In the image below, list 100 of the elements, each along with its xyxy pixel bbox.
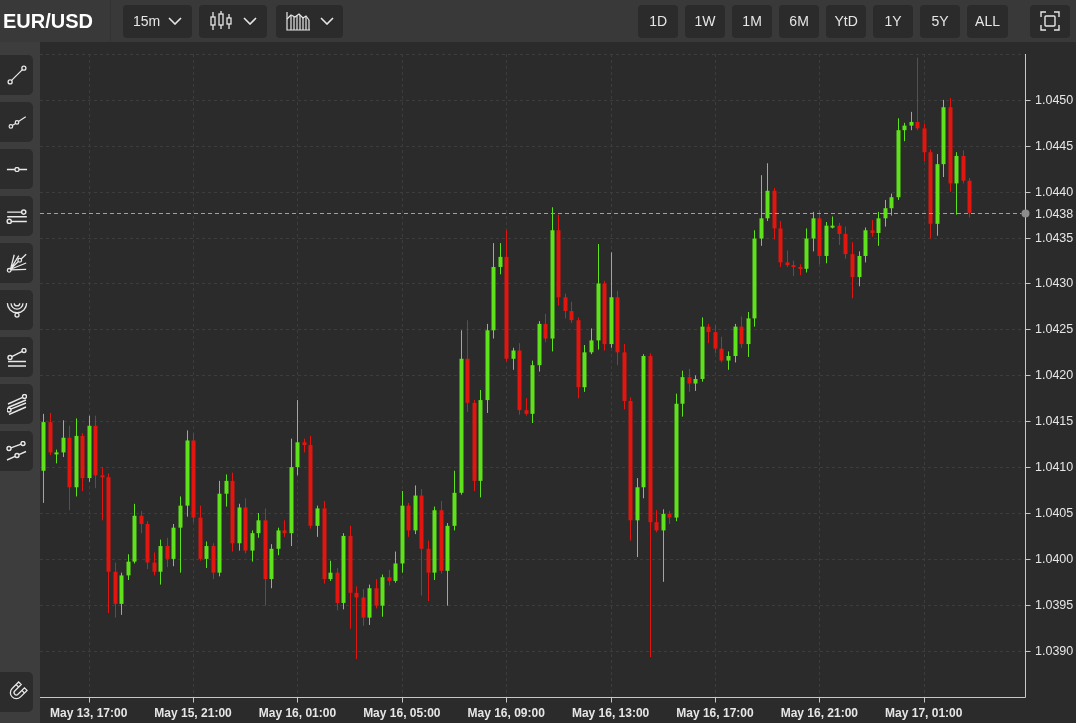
candlestick [61,419,66,458]
candlestick [837,222,842,246]
price-label: 1.0415 [1035,414,1074,429]
symbol-title: EUR/USD [3,11,93,31]
time-label: May 16, 17:00 [676,705,754,720]
candlestick [165,537,170,568]
candlestick [328,560,333,582]
area-chart-icon [285,11,310,31]
candlestick [759,174,764,247]
candlestick [315,505,320,538]
dotted-ray-icon [5,115,28,129]
candlestick [713,324,718,354]
price-label: 1.0450 [1035,92,1074,107]
parallel-channel-icon [5,208,28,224]
chevron-down-icon [168,17,183,25]
candlestick [687,368,692,393]
candlestick [543,313,548,343]
price-label: 1.0420 [1035,368,1074,383]
range-button[interactable]: YtD [826,4,867,38]
price-label: 1.0445 [1035,138,1074,153]
candlestick [256,512,261,539]
fullscreen-button[interactable] [1030,4,1070,38]
concentric-arcs-icon [5,301,28,319]
retracement-tool-button[interactable] [0,337,33,377]
candlestick [126,553,131,581]
range-button[interactable]: 1M [732,4,773,38]
candlestick [152,551,157,576]
candlestick-icon [209,11,233,31]
fullscreen-icon [1040,11,1060,31]
candlestick [100,466,105,521]
chevron-down-icon [319,17,334,25]
candlestick [589,327,594,355]
last-price-label: 1.0438 [1035,206,1074,221]
candlestick [393,551,398,584]
candlestick [276,527,281,556]
candlestick [569,301,574,324]
candlestick [511,347,516,371]
time-label: May 16, 13:00 [571,705,650,720]
price-label: 1.0435 [1035,230,1074,245]
range-button[interactable]: 5Y [920,4,961,38]
candlestick [922,123,927,162]
level-lines-icon [6,347,27,367]
candlestick [811,211,816,252]
candlestick [726,350,731,371]
line-tool-button[interactable] [0,55,33,95]
candlestick [883,199,888,228]
time-label: May 13, 17:00 [49,705,128,720]
candlestick [563,293,568,319]
candlestick [909,111,914,131]
chart-style-dropdown[interactable] [276,4,343,38]
ray-tool-button[interactable] [0,102,33,142]
linked-segments-icon [6,441,27,461]
time-label: May 16, 01:00 [258,705,337,720]
chart-type-dropdown[interactable] [199,4,267,38]
candlestick [843,226,848,260]
candlestick [876,211,881,247]
interval-dropdown[interactable]: 15m [123,4,192,38]
candlestick [654,509,659,533]
range-button[interactable]: 1Y [873,4,914,38]
price-label: 1.0390 [1035,643,1074,658]
candlestick [661,508,666,583]
magnet-button[interactable] [0,672,33,712]
range-button[interactable]: 1D [638,4,679,38]
regression-tool-button[interactable] [0,431,33,471]
line-segment-icon [5,64,28,86]
candlestick [426,540,431,602]
range-button[interactable]: 6M [779,4,820,38]
chevron-down-icon [243,17,257,25]
candlestick [204,540,209,569]
candlestick [850,241,855,299]
horizontal-line-tool-button[interactable] [0,149,33,189]
fan-tool-button[interactable] [0,243,33,283]
range-button[interactable]: 1W [685,4,726,38]
candlestick [915,57,920,131]
parallel-diagonals-icon [6,393,27,415]
candlestick [857,250,862,287]
candlestick [224,473,229,508]
parallel-lines-tool-button[interactable] [0,384,33,424]
horizontal-line-icon [5,166,28,172]
channel-tool-button[interactable] [0,196,33,236]
last-price-dot-icon [1021,209,1030,218]
candlestick [706,323,711,344]
candlestick [719,336,724,363]
candlestick [178,495,183,574]
candlestick [374,578,379,609]
arc-tool-button[interactable] [0,290,33,330]
time-label: May 16, 21:00 [780,705,859,720]
candlestick [250,529,255,563]
price-label: 1.0405 [1035,506,1074,520]
candlestick [498,242,503,275]
price-label: 1.0395 [1035,597,1074,612]
candlestick [889,193,894,217]
candlestick [139,510,144,534]
candlestick [739,316,744,349]
price-label: 1.0430 [1035,276,1074,291]
price-label: 1.0440 [1035,184,1074,199]
fan-lines-icon [5,252,28,274]
range-button[interactable]: ALL [967,4,1008,38]
time-label: May 16, 05:00 [363,705,441,720]
candlestick [361,588,366,627]
